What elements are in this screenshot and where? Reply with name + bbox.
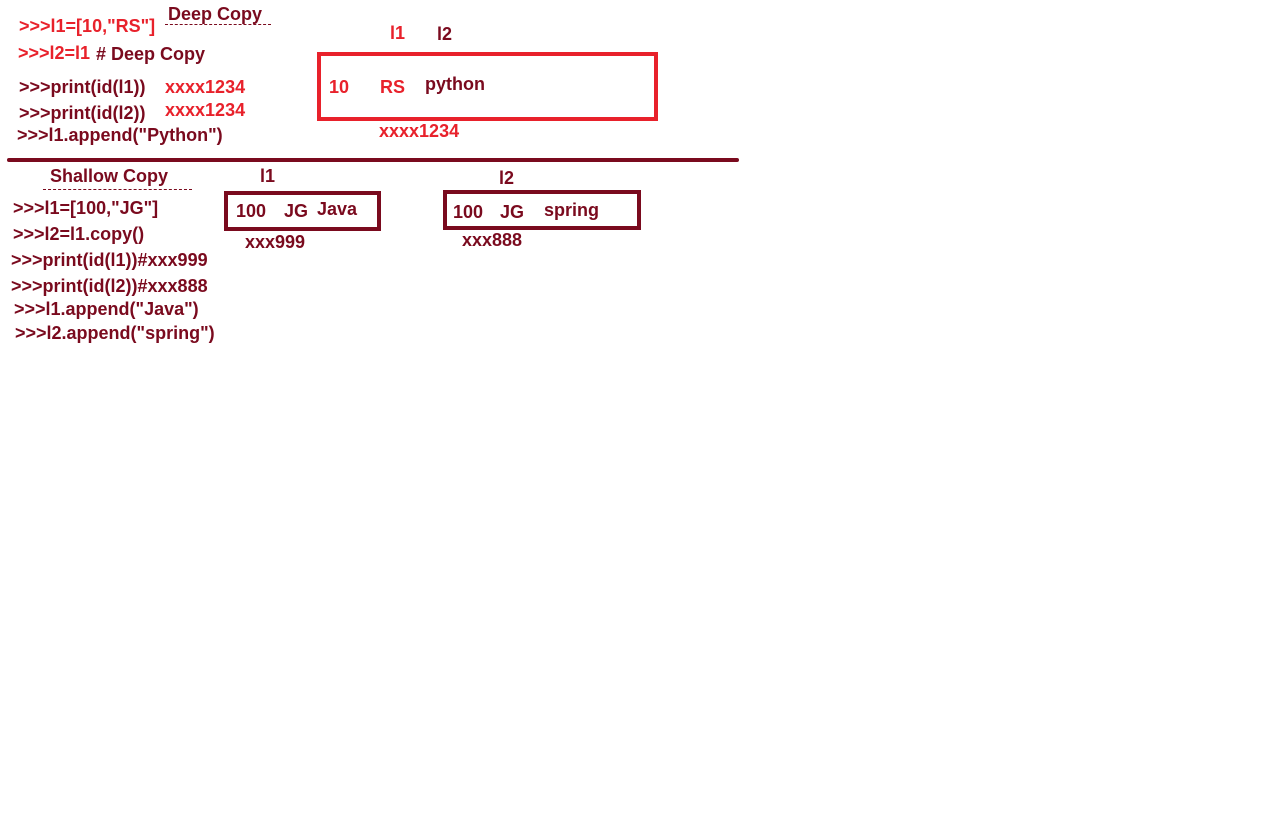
deep-list-item: RS bbox=[380, 77, 406, 97]
shallow-list1-address: xxx999 bbox=[245, 232, 306, 252]
shallow-list2-item: JG bbox=[500, 202, 525, 222]
shallow-list1-item: 100 bbox=[236, 201, 267, 221]
deep-code-line-1: >>>l1=[10,"RS"] bbox=[19, 16, 156, 36]
deep-code-line-4-id: xxxx1234 bbox=[165, 100, 246, 120]
shallow-code-line-2: >>>l2=l1.copy() bbox=[13, 224, 145, 244]
shallow-list2-address: xxx888 bbox=[462, 230, 523, 250]
shallow-code-line-1: >>>l1=[100,"JG"] bbox=[13, 198, 159, 218]
section-divider bbox=[7, 158, 739, 162]
deep-list-address: xxxx1234 bbox=[379, 121, 460, 141]
shallow-code-line-6: >>>l2.append("spring") bbox=[15, 323, 215, 343]
deep-code-comment: # Deep Copy bbox=[96, 44, 206, 64]
shallow-list2-item: 100 bbox=[453, 202, 484, 222]
deep-copy-title-underline bbox=[165, 24, 271, 25]
shallow-code-line-5: >>>l1.append("Java") bbox=[14, 299, 199, 319]
shallow-copy-title: Shallow Copy bbox=[50, 166, 169, 186]
shallow-label-l2: l2 bbox=[499, 168, 515, 188]
shallow-code-line-4: >>>print(id(l2))#xxx888 bbox=[11, 276, 208, 296]
deep-code-line-3: >>>print(id(l1)) bbox=[19, 77, 146, 97]
deep-list-item: python bbox=[425, 74, 485, 94]
shallow-label-l1: l1 bbox=[260, 166, 276, 186]
deep-code-line-5: >>>l1.append("Python") bbox=[17, 125, 223, 145]
deep-label-l1: l1 bbox=[390, 23, 406, 43]
deep-code-line-2: >>>l2=l1 bbox=[18, 43, 91, 63]
shallow-list1-item: Java bbox=[317, 199, 358, 219]
deep-list-box bbox=[317, 52, 658, 121]
deep-copy-title: Deep Copy bbox=[168, 4, 263, 24]
shallow-code-line-3: >>>print(id(l1))#xxx999 bbox=[11, 250, 208, 270]
shallow-list2-item: spring bbox=[544, 200, 600, 220]
shallow-copy-title-underline bbox=[43, 189, 192, 190]
deep-code-line-4: >>>print(id(l2)) bbox=[19, 103, 146, 123]
deep-label-l2: l2 bbox=[437, 24, 453, 44]
shallow-list1-item: JG bbox=[284, 201, 309, 221]
deep-code-line-3-id: xxxx1234 bbox=[165, 77, 246, 97]
deep-list-item: 10 bbox=[329, 77, 350, 97]
